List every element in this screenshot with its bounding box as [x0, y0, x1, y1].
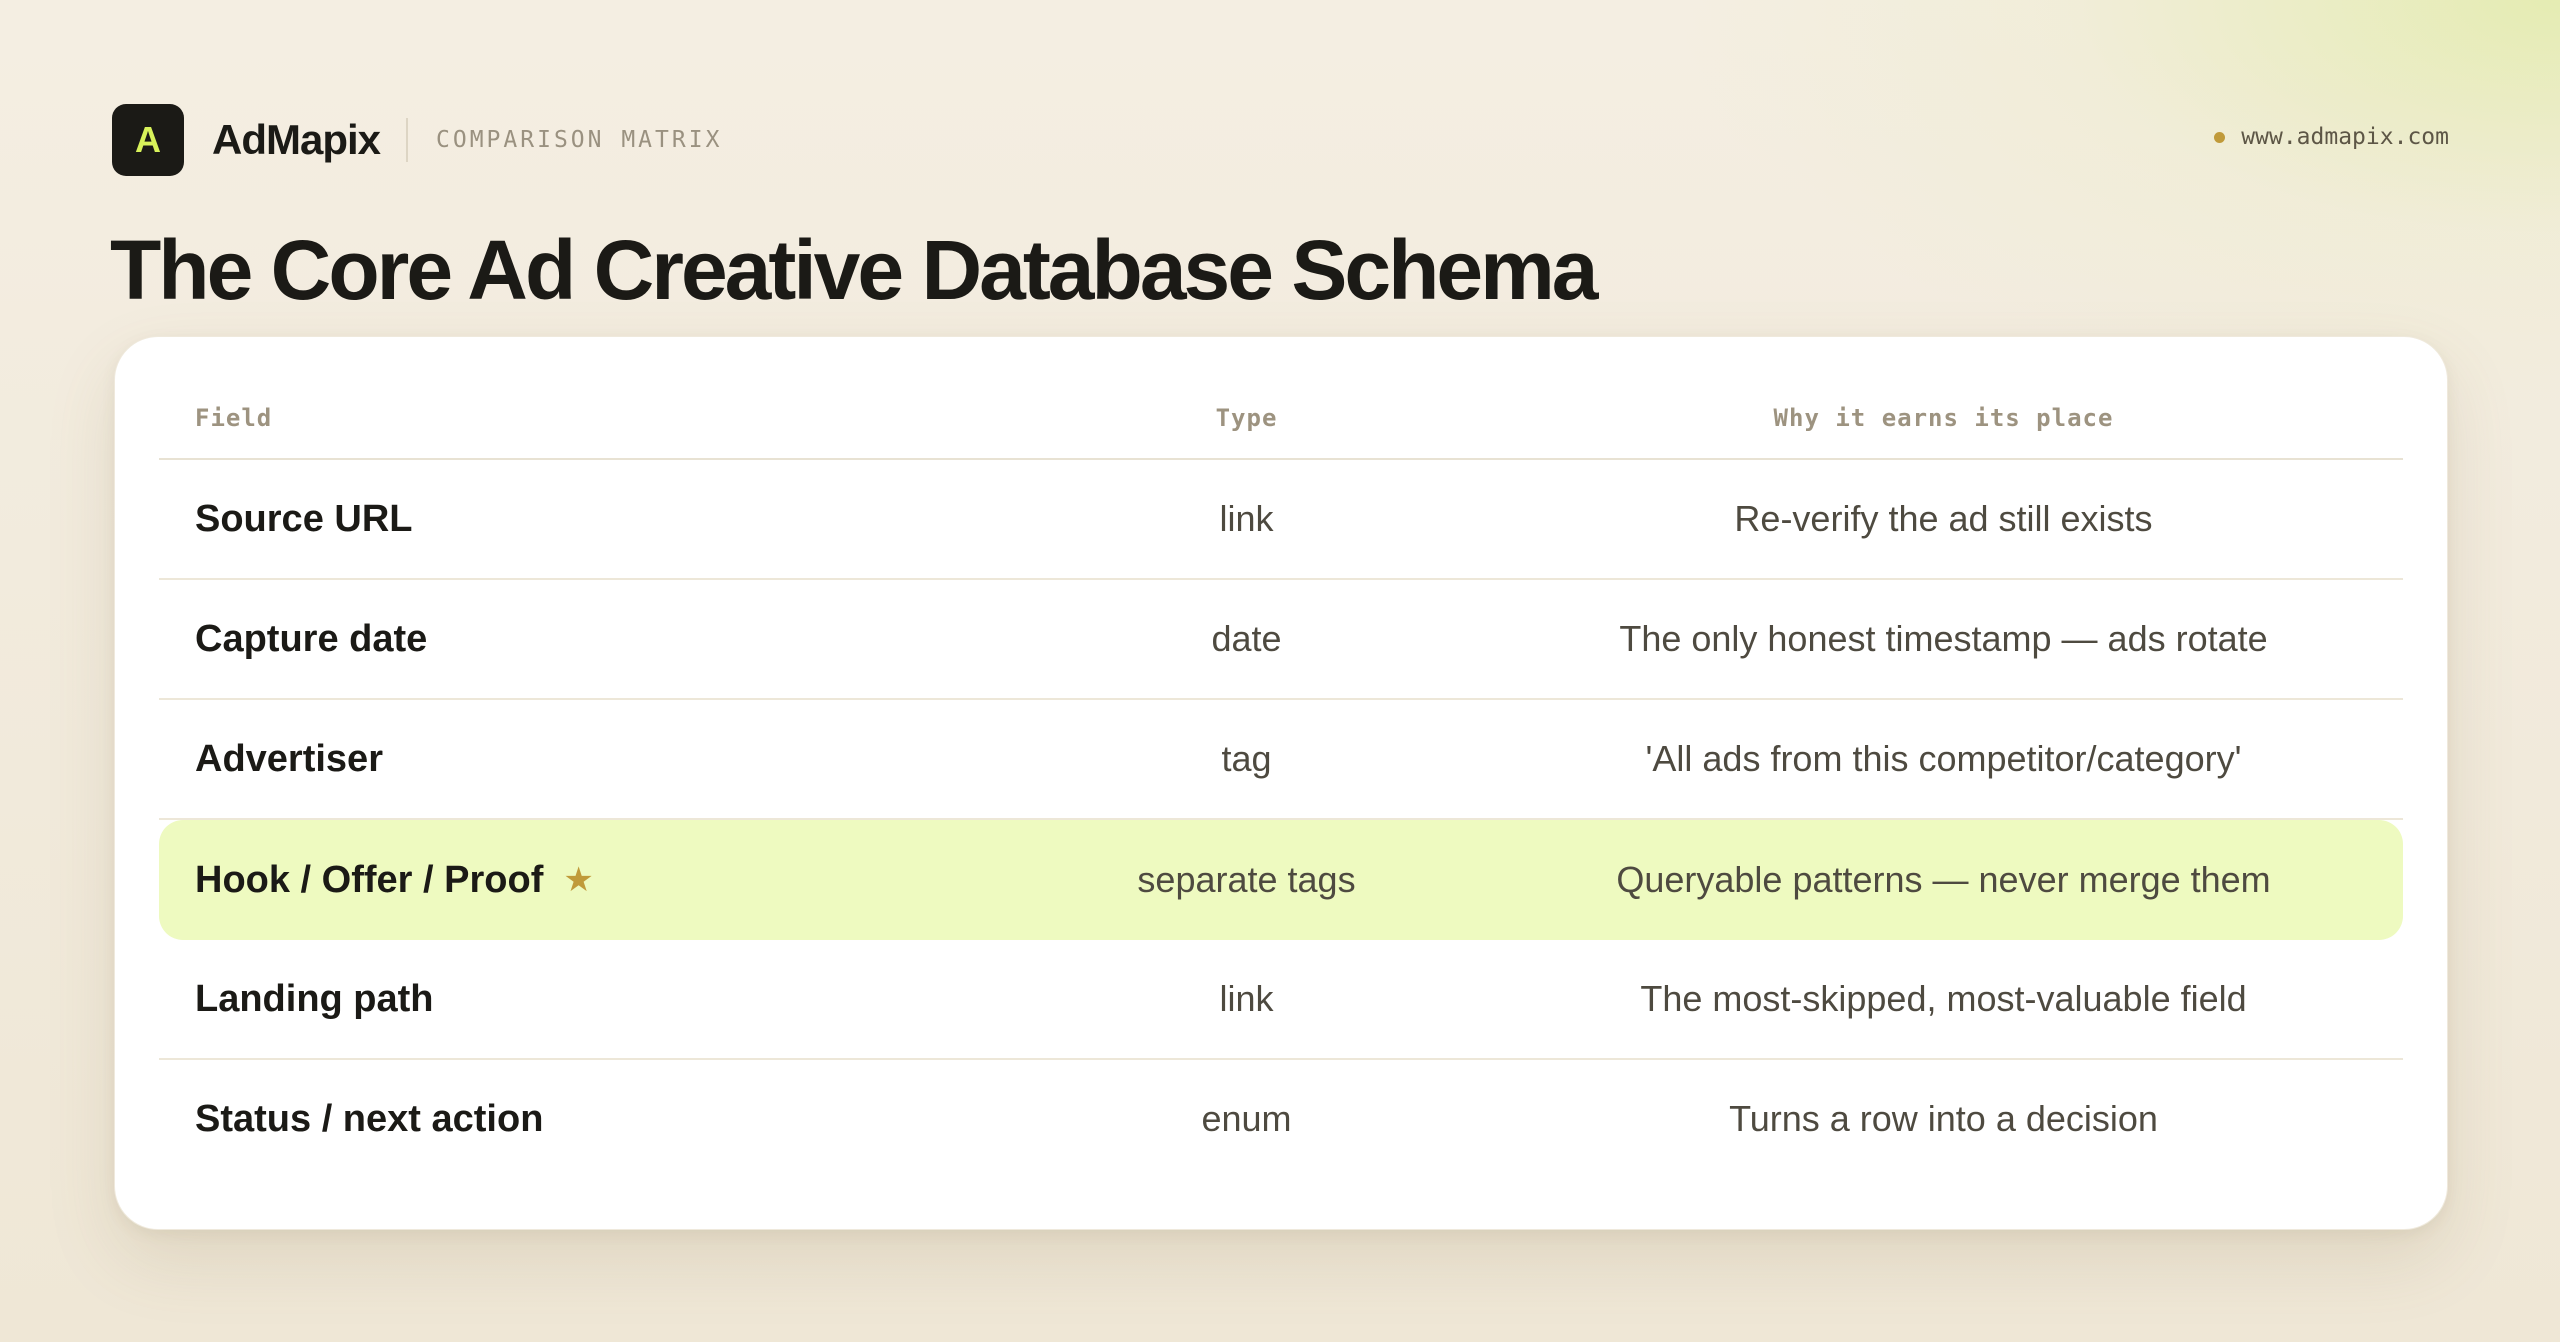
page-title: The Core Ad Creative Database Schema [110, 223, 1598, 317]
field-name: Source URL [195, 497, 413, 540]
type-cell: tag [1221, 738, 1272, 779]
table-header: Field Type Why it earns its place [159, 377, 2403, 460]
type-cell: separate tags [1137, 859, 1356, 900]
table-row-highlighted: Hook / Offer / Proof ★ separate tags Que… [159, 820, 2403, 940]
table-row: Landing path link The most-skipped, most… [159, 940, 2403, 1060]
page-subtitle: COMPARISON MATRIX [436, 127, 723, 153]
dot-icon [2214, 131, 2226, 143]
brand-name[interactable]: AdMapix [212, 116, 381, 164]
table-row: Source URL link Re-verify the ad still e… [159, 460, 2403, 580]
why-cell: 'All ads from this competitor/category' [1645, 738, 2242, 779]
column-header-type: Type [1215, 403, 1278, 432]
brand-header: A AdMapix COMPARISON MATRIX [112, 104, 722, 176]
field-name: Hook / Offer / Proof [195, 858, 544, 901]
field-cell: Status / next action [159, 1098, 979, 1141]
table-row: Status / next action enum Turns a row in… [159, 1060, 2403, 1178]
field-name: Landing path [195, 977, 434, 1020]
table-row: Advertiser tag 'All ads from this compet… [159, 700, 2403, 820]
why-cell: The only honest timestamp — ads rotate [1619, 618, 2268, 659]
field-cell: Source URL [159, 498, 979, 541]
type-cell: link [1219, 498, 1274, 539]
type-cell: link [1219, 978, 1274, 1019]
why-cell: Queryable patterns — never merge them [1616, 859, 2271, 900]
field-cell: Capture date [159, 618, 979, 661]
star-icon: ★ [563, 861, 594, 899]
site-url[interactable]: www.admapix.com [2241, 124, 2449, 150]
column-header-field: Field [195, 403, 273, 432]
why-cell: Re-verify the ad still exists [1734, 498, 2153, 539]
field-cell: Advertiser [159, 738, 979, 781]
type-cell: date [1211, 618, 1282, 659]
why-cell: The most-skipped, most-valuable field [1640, 978, 2247, 1019]
schema-table: Field Type Why it earns its place Source… [159, 377, 2403, 1178]
site-link[interactable]: www.admapix.com [2214, 124, 2449, 150]
field-cell: Landing path [159, 978, 979, 1021]
schema-card: Field Type Why it earns its place Source… [114, 336, 2448, 1230]
logo-icon[interactable]: A [112, 104, 184, 176]
field-cell: Hook / Offer / Proof ★ [159, 859, 979, 902]
field-name: Status / next action [195, 1097, 544, 1140]
column-header-why: Why it earns its place [1773, 403, 2114, 432]
field-name: Advertiser [195, 737, 383, 780]
header-divider [406, 118, 409, 162]
why-cell: Turns a row into a decision [1729, 1098, 2158, 1139]
type-cell: enum [1201, 1098, 1292, 1139]
table-row: Capture date date The only honest timest… [159, 580, 2403, 700]
field-name: Capture date [195, 617, 428, 660]
